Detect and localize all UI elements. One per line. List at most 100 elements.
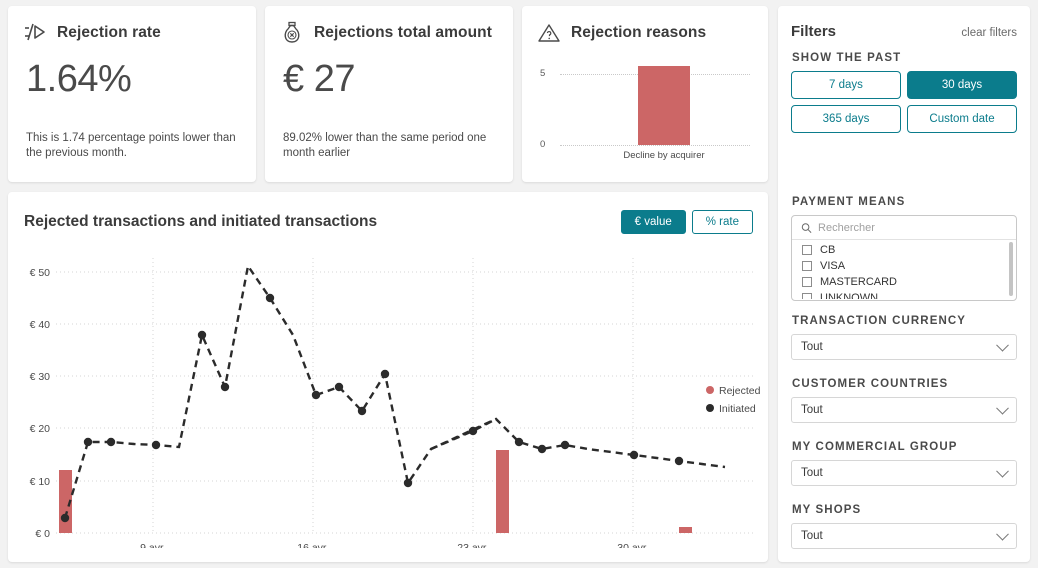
my-shops-select[interactable]: Tout — [791, 523, 1017, 549]
payment-means-option-list: CB VISA MASTERCARD UNKNOWN — [792, 240, 1016, 299]
horizontal-gridlines — [56, 271, 756, 534]
checkbox-icon[interactable] — [802, 277, 812, 287]
payment-means-option-unknown[interactable]: UNKNOWN — [792, 290, 1016, 299]
select-value: Tout — [801, 530, 823, 542]
filters-header: Filters clear filters — [791, 6, 1017, 40]
option-label: VISA — [820, 260, 846, 272]
vertical-gridlines — [152, 258, 634, 533]
card-header: Rejections total amount — [265, 6, 513, 46]
reasons-bar-label: Decline by acquirer — [623, 150, 705, 161]
rejected-bar-17 — [496, 450, 509, 533]
legend-label-rejected: Rejected — [719, 385, 761, 397]
my-commercial-group-select[interactable]: Tout — [791, 460, 1017, 486]
checkbox-icon[interactable] — [802, 245, 812, 255]
my-shops-label: MY SHOPS — [792, 504, 862, 516]
initiated-markers — [60, 293, 684, 523]
rejections-total-note: 89.02% lower than the same period one mo… — [283, 132, 487, 159]
xtick-label-1: 16 avr. — [297, 542, 329, 548]
rejection-reasons-chart: 5 0 Decline by acquirer — [532, 62, 758, 161]
main-chart-svg: € 50 € 40 € 30 € 20 € 10 € 0 9 avr. 16 a… — [30, 258, 761, 548]
xtick-label-3: 30 avr. — [617, 542, 649, 548]
legend-label-initiated: Initiated — [719, 403, 756, 415]
ytick-label-40: € 40 — [30, 319, 51, 331]
payment-means-option-cb[interactable]: CB — [792, 242, 1016, 258]
payment-means-search-row — [792, 216, 1016, 240]
rejections-total-amount-card: Rejections total amount € 27 89.02% lowe… — [265, 6, 513, 182]
card-title: Rejection reasons — [571, 24, 707, 41]
ytick-label-5: 5 — [540, 68, 546, 79]
my-commercial-group-label: MY COMMERCIAL GROUP — [792, 441, 958, 453]
rejected-arrow-icon — [25, 23, 45, 41]
y-axis-labels: € 50 € 40 € 30 € 20 € 10 € 0 — [30, 267, 51, 540]
main-chart-header: Rejected transactions and initiated tran… — [8, 192, 768, 234]
percent-rate-toggle-button[interactable]: % rate — [691, 210, 753, 234]
card-header: Rejection rate — [8, 6, 256, 46]
card-header: Rejection reasons — [522, 6, 768, 46]
main-chart-plot: € 50 € 40 € 30 € 20 € 10 € 0 9 avr. 16 a… — [8, 248, 768, 548]
ytick-label-0: € 0 — [35, 528, 50, 540]
xtick-label-0: 9 avr. — [140, 542, 166, 548]
rejection-rate-card: Rejection rate 1.64% This is 1.74 percen… — [8, 6, 256, 182]
chevron-down-icon — [996, 464, 1009, 478]
legend-marker-initiated — [706, 404, 714, 412]
payment-means-search-input[interactable] — [818, 222, 1008, 234]
card-title: Rejection rate — [57, 24, 161, 41]
option-label: MASTERCARD — [820, 276, 898, 288]
period-button-365-days[interactable]: 365 days — [791, 105, 901, 133]
period-button-7-days[interactable]: 7 days — [791, 71, 901, 99]
select-value: Tout — [801, 341, 823, 353]
filters-title: Filters — [791, 23, 837, 40]
payment-means-option-visa[interactable]: VISA — [792, 258, 1016, 274]
warning-question-icon — [538, 24, 560, 42]
rejection-rate-value: 1.64% — [26, 58, 132, 100]
checkbox-icon[interactable] — [802, 261, 812, 271]
chart-legend: Rejected Initiated — [706, 385, 761, 415]
filters-panel: Filters clear filters SHOW THE PAST 7 da… — [778, 6, 1030, 562]
transaction-currency-select[interactable]: Tout — [791, 334, 1017, 360]
payment-means-multiselect: CB VISA MASTERCARD UNKNOWN — [791, 215, 1017, 301]
value-rate-toggle: € value % rate — [620, 210, 753, 234]
legend-marker-rejected — [706, 386, 714, 394]
card-title: Rejections total amount — [314, 24, 492, 41]
x-axis-labels: 9 avr. 16 avr. 23 avr. 30 avr. — [140, 542, 649, 548]
payment-means-option-mastercard[interactable]: MASTERCARD — [792, 274, 1016, 290]
checkbox-icon[interactable] — [802, 293, 812, 299]
xtick-label-2: 23 avr. — [457, 542, 489, 548]
initiated-line — [63, 262, 726, 519]
clear-filters-link[interactable]: clear filters — [961, 27, 1017, 39]
period-button-custom-date[interactable]: Custom date — [907, 105, 1017, 133]
customer-countries-label: CUSTOMER COUNTRIES — [792, 378, 949, 390]
rejected-bars — [59, 450, 692, 533]
reasons-bar — [638, 66, 690, 145]
ytick-label-30: € 30 — [30, 371, 51, 383]
money-bag-x-icon — [284, 21, 300, 43]
customer-countries-select[interactable]: Tout — [791, 397, 1017, 423]
period-button-30-days[interactable]: 30 days — [907, 71, 1017, 99]
dashboard-root: Rejection rate 1.64% This is 1.74 percen… — [0, 0, 1038, 568]
payment-means-scrollbar[interactable] — [1009, 242, 1013, 296]
chevron-down-icon — [996, 527, 1009, 541]
rejection-reasons-card: Rejection reasons 5 0 Decline by acquire… — [522, 6, 768, 182]
select-value: Tout — [801, 467, 823, 479]
option-label: CB — [820, 244, 836, 256]
show-the-past-label: SHOW THE PAST — [792, 52, 902, 64]
rejected-bar-25 — [679, 527, 692, 533]
ytick-label-50: € 50 — [30, 267, 51, 279]
payment-means-label: PAYMENT MEANS — [792, 196, 906, 208]
euro-value-toggle-button[interactable]: € value — [620, 210, 686, 234]
rejection-rate-note: This is 1.74 percentage points lower tha… — [26, 132, 236, 159]
gridline-0 — [560, 145, 750, 146]
ytick-label-0: 0 — [540, 139, 546, 150]
search-icon — [801, 223, 812, 233]
rejections-total-value: € 27 — [283, 58, 355, 100]
main-chart-title: Rejected transactions and initiated tran… — [24, 213, 378, 230]
ytick-label-10: € 10 — [30, 476, 51, 488]
chevron-down-icon — [996, 401, 1009, 415]
period-button-group: 7 days 30 days 365 days Custom date — [791, 71, 1017, 133]
chevron-down-icon — [996, 338, 1009, 352]
option-label: UNKNOWN — [820, 292, 879, 299]
select-value: Tout — [801, 404, 823, 416]
ytick-label-20: € 20 — [30, 423, 51, 435]
main-chart-card: Rejected transactions and initiated tran… — [8, 192, 768, 562]
transaction-currency-label: TRANSACTION CURRENCY — [792, 315, 967, 327]
